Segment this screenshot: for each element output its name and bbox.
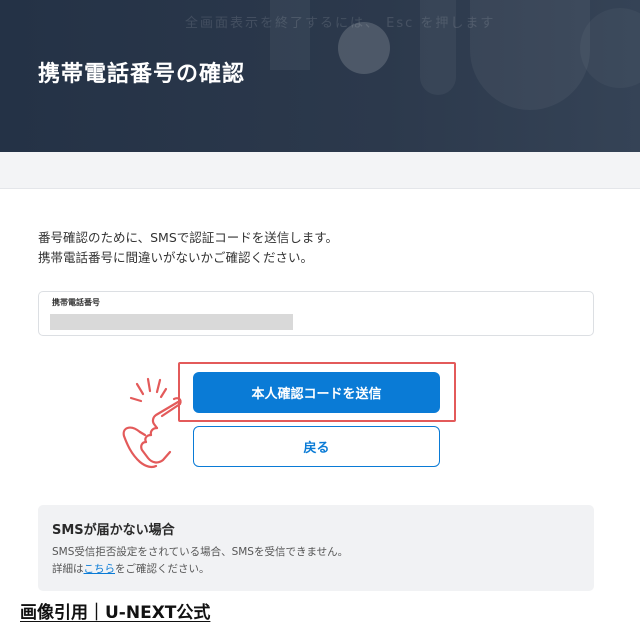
description-line-2: 携帯電話番号に間違いがないかご確認ください。: [38, 250, 314, 265]
description: 番号確認のために、SMSで認証コードを送信します。 携帯電話番号に間違いがないか…: [38, 228, 338, 268]
sms-help-line-1: SMS受信拒否設定をされている場合、SMSを受信できません。: [52, 546, 349, 558]
phone-number-field[interactable]: 携帯電話番号: [38, 291, 594, 336]
send-verification-code-button[interactable]: 本人確認コードを送信: [193, 372, 440, 413]
page-title: 携帯電話番号の確認: [38, 62, 246, 87]
header-band: [0, 152, 640, 189]
description-line-1: 番号確認のために、SMSで認証コードを送信します。: [38, 230, 339, 245]
phone-number-label: 携帯電話番号: [52, 298, 100, 307]
phone-number-masked-value: [50, 314, 293, 330]
fullscreen-notice: 全画面表示を終了するには、 Esc を押します: [185, 16, 496, 31]
sms-help-line-2-suffix: をご確認ください。: [115, 563, 210, 575]
page-header: 全画面表示を終了するには、 Esc を押します 携帯電話番号の確認: [0, 0, 640, 152]
details-link[interactable]: こちら: [84, 563, 116, 575]
image-credit-caption: 画像引用｜U-NEXT公式: [20, 603, 211, 623]
sms-help-heading: SMSが届かない場合: [52, 523, 175, 538]
back-button[interactable]: 戻る: [193, 426, 440, 467]
sms-help-line-2: 詳細はこちらをご確認ください。: [52, 561, 210, 576]
sms-help-line-2-prefix: 詳細は: [52, 563, 84, 575]
sms-help-box: SMSが届かない場合 SMS受信拒否設定をされている場合、SMSを受信できません…: [38, 505, 594, 591]
pointing-hand-icon: [122, 377, 182, 469]
header-decoration: [270, 0, 310, 70]
